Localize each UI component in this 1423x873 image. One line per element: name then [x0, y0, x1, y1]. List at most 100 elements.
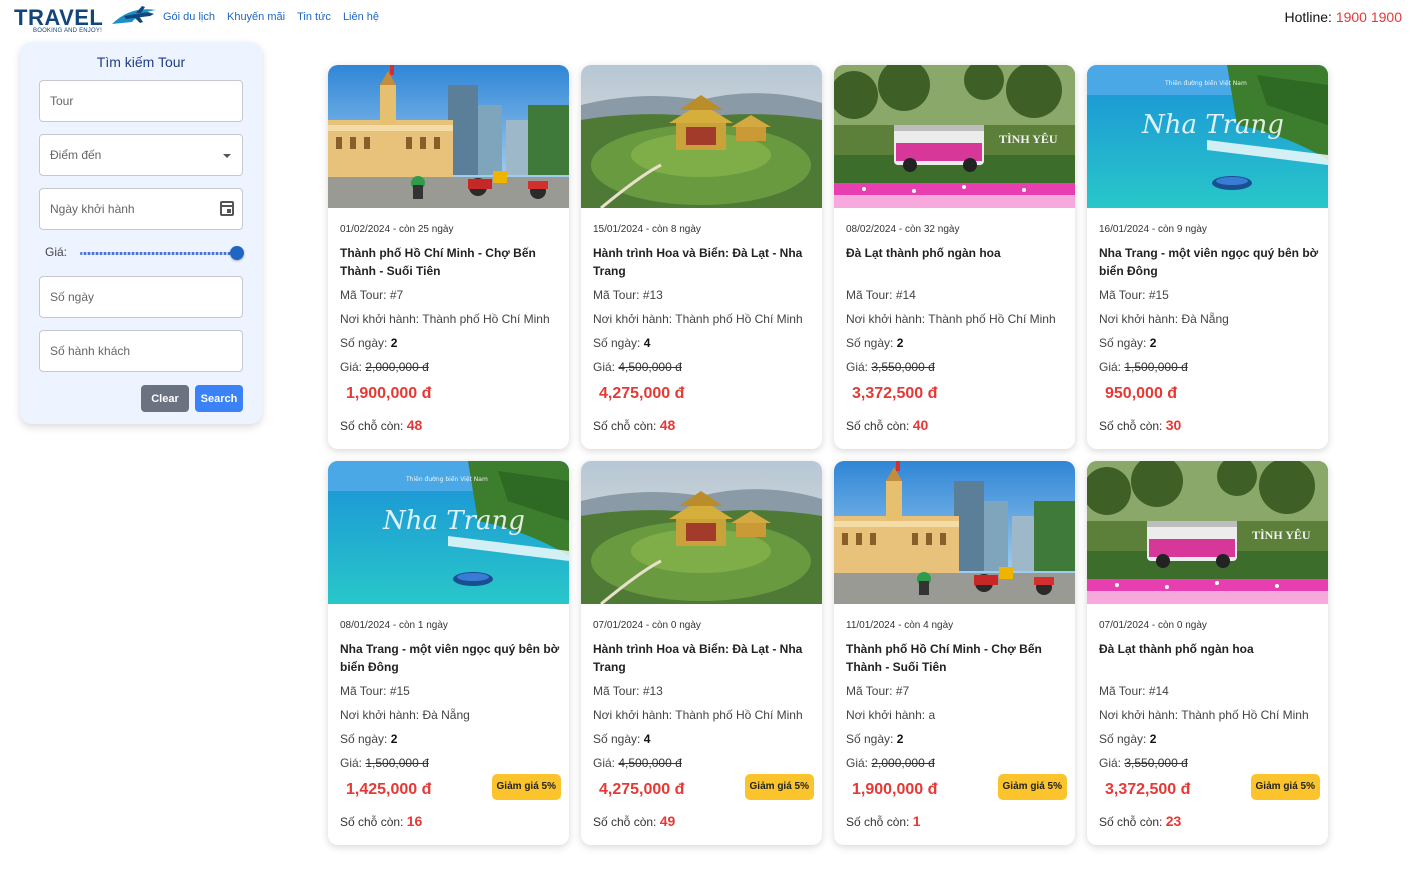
dalat-flower-image: TÌNH YÊU	[834, 65, 1075, 208]
tour-image[interactable]: Nha Trang Thiên đường biển Việt Nam	[328, 461, 569, 604]
tour-title[interactable]: Thành phố Hồ Chí Minh - Chợ Bến Thành - …	[846, 640, 1066, 676]
tour-start: Nơi khởi hành: Đà Nẵng	[340, 708, 470, 722]
new-price: 950,000 đ	[1105, 385, 1178, 402]
days-remaining: còn 25 ngày	[398, 224, 454, 235]
beach-script-text: Nha Trang	[1141, 110, 1284, 140]
nav-tour-packages[interactable]: Gói du lịch	[163, 11, 215, 23]
seats-label: Số chỗ còn:	[340, 419, 404, 433]
seats-left: Số chỗ còn: 48	[340, 417, 422, 433]
airplane-icon	[112, 6, 156, 24]
tour-days-value: 2	[896, 732, 904, 746]
days-remaining: còn 1 ngày	[398, 620, 448, 631]
search-button[interactable]: Search	[195, 385, 243, 412]
destination-input[interactable]	[40, 135, 242, 175]
destination-select[interactable]	[39, 134, 243, 176]
guests-field[interactable]	[39, 330, 243, 372]
tour-card[interactable]: 07/01/2024 - còn 0 ngày Hành trình Hoa v…	[581, 461, 822, 845]
tour-code-label: Mã Tour:	[1099, 684, 1146, 698]
nha-trang-beach-image: Nha Trang Thiên đường biển Việt Nam	[328, 461, 569, 604]
tour-days-label: Số ngày:	[593, 732, 641, 746]
tour-old-price: Giá: 3,550,000 đ	[846, 360, 935, 374]
tour-days-label: Số ngày:	[1099, 732, 1147, 746]
seats-value: 1	[912, 813, 921, 829]
tour-title[interactable]: Nha Trang - một viên ngọc quý bên bờ biể…	[1099, 244, 1319, 280]
logo[interactable]: TRAVEL BOOKING AND ENJOY!	[14, 2, 159, 36]
tour-image[interactable]	[581, 65, 822, 208]
nav-promotions[interactable]: Khuyến mãi	[227, 11, 285, 23]
new-price: 3,372,500 đ	[852, 385, 938, 402]
tour-title[interactable]: Thành phố Hồ Chí Minh - Chợ Bến Thành - …	[340, 244, 560, 280]
tour-field[interactable]	[39, 80, 243, 122]
hotline-label: Hotline:	[1284, 9, 1332, 25]
old-price-value: 3,550,000 đ	[871, 360, 935, 374]
tour-code-label: Mã Tour:	[1099, 288, 1146, 302]
tour-title[interactable]: Hành trình Hoa và Biển: Đà Lạt - Nha Tra…	[593, 640, 813, 676]
nav-contact[interactable]: Liên hệ	[343, 11, 379, 23]
tour-code: Mã Tour: #14	[1099, 684, 1169, 698]
tour-card[interactable]: 01/02/2024 - còn 25 ngày Thành phố Hồ Ch…	[328, 65, 569, 449]
tour-code-label: Mã Tour:	[593, 288, 640, 302]
seats-label: Số chỗ còn:	[846, 419, 910, 433]
tour-old-price: Giá: 1,500,000 đ	[340, 756, 429, 770]
tour-old-price: Giá: 4,500,000 đ	[593, 756, 682, 770]
tour-image[interactable]: Nha Trang Thiên đường biển Việt Nam	[1087, 65, 1328, 208]
tour-start: Nơi khởi hành: Đà Nẵng	[1099, 312, 1229, 326]
price-slider-thumb[interactable]	[230, 246, 244, 260]
nav-news[interactable]: Tin tức	[297, 11, 331, 23]
new-price: 4,275,000 đ	[599, 781, 685, 798]
tour-input[interactable]	[40, 81, 242, 121]
tour-date: 08/01/2024 - còn 1 ngày	[340, 620, 448, 631]
departure-date-input[interactable]	[40, 189, 242, 229]
clear-button[interactable]: Clear	[141, 385, 189, 412]
tour-title[interactable]: Đà Lạt thành phố ngàn hoa	[846, 244, 1066, 262]
departure-date: 11/01/2024	[846, 620, 896, 631]
tour-card[interactable]: Nha Trang Thiên đường biển Việt Nam 08/0…	[328, 461, 569, 845]
tour-card[interactable]: Nha Trang Thiên đường biển Việt Nam 16/0…	[1087, 65, 1328, 449]
departure-date: 16/01/2024	[1099, 224, 1150, 235]
tour-days-label: Số ngày:	[340, 336, 388, 350]
tour-code-label: Mã Tour:	[846, 288, 893, 302]
hotline-number[interactable]: 1900 1900	[1336, 9, 1402, 25]
new-price: 1,425,000 đ	[346, 781, 432, 798]
seats-value: 30	[1165, 417, 1182, 433]
tour-days-label: Số ngày:	[340, 732, 388, 746]
tour-card[interactable]: 15/01/2024 - còn 8 ngày Hành trình Hoa v…	[581, 65, 822, 449]
tour-old-price: Giá: 2,000,000 đ	[846, 756, 935, 770]
tour-days-label: Số ngày:	[1099, 336, 1147, 350]
price-slider-track[interactable]	[80, 252, 236, 255]
departure-date: 07/01/2024	[1099, 620, 1150, 631]
tour-image[interactable]: TÌNH YÊU	[1087, 461, 1328, 604]
tour-days-value: 4	[643, 336, 651, 350]
tour-image[interactable]: TÌNH YÊU	[834, 65, 1075, 208]
tour-title[interactable]: Nha Trang - một viên ngọc quý bên bờ biể…	[340, 640, 560, 676]
days-input[interactable]	[40, 277, 242, 317]
tour-start-value: Đà Nẵng	[1181, 312, 1229, 326]
guests-input[interactable]	[40, 331, 242, 371]
old-price-value: 4,500,000 đ	[618, 360, 682, 374]
seats-left: Số chỗ còn: 40	[846, 417, 928, 433]
tour-date: 07/01/2024 - còn 0 ngày	[593, 620, 701, 631]
days-remaining: còn 9 ngày	[1157, 224, 1207, 235]
tour-image[interactable]	[834, 461, 1075, 604]
tour-card[interactable]: 11/01/2024 - còn 4 ngày Thành phố Hồ Chí…	[834, 461, 1075, 845]
departure-date: 15/01/2024	[593, 224, 644, 235]
tour-search-panel: Tìm kiếm Tour Giá: Clear Search	[20, 42, 262, 424]
tour-price-label: Giá:	[1099, 756, 1122, 770]
days-field[interactable]	[39, 276, 243, 318]
discount-badge: Giảm giá 5%	[491, 774, 561, 800]
tour-card[interactable]: TÌNH YÊU 07/01/2024 - còn 0 ngày Đà Lạt …	[1087, 461, 1328, 845]
tour-card[interactable]: TÌNH YÊU 08/02/2024 - còn 32 ngày Đà Lạt…	[834, 65, 1075, 449]
tour-days-label: Số ngày:	[846, 336, 894, 350]
departure-date: 08/01/2024	[340, 620, 391, 631]
tour-start: Nơi khởi hành: Thành phố Hồ Chí Minh	[340, 312, 550, 326]
tour-price-label: Giá:	[340, 360, 363, 374]
tour-start-value: Đà Nẵng	[422, 708, 470, 722]
tour-start: Nơi khởi hành: Thành phố Hồ Chí Minh	[846, 312, 1056, 326]
tour-title[interactable]: Đà Lạt thành phố ngàn hoa	[1099, 640, 1319, 658]
tour-image[interactable]	[328, 65, 569, 208]
calendar-icon[interactable]	[220, 201, 234, 216]
tour-title[interactable]: Hành trình Hoa và Biển: Đà Lạt - Nha Tra…	[593, 244, 813, 280]
departure-date-field[interactable]	[39, 188, 243, 230]
logo-tagline: BOOKING AND ENJOY!	[33, 28, 102, 34]
tour-image[interactable]	[581, 461, 822, 604]
